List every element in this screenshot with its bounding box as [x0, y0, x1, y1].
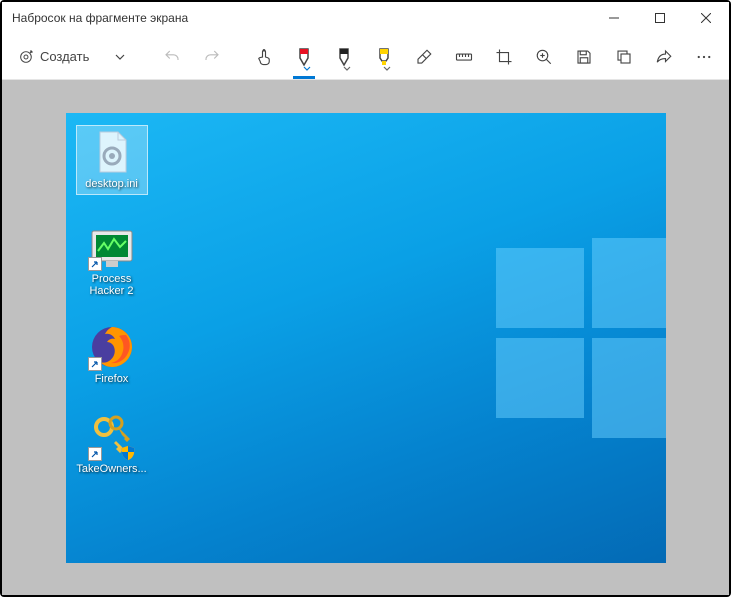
eraser-button[interactable] [407, 39, 441, 75]
chevron-down-icon [383, 65, 391, 73]
undo-button[interactable] [155, 39, 189, 75]
shortcut-arrow-icon [88, 447, 102, 461]
windows-logo-icon [496, 238, 666, 438]
ballpoint-pen-button[interactable] [287, 39, 321, 75]
chevron-down-icon [303, 65, 311, 73]
pen-black-icon [335, 47, 353, 67]
ruler-button[interactable] [447, 39, 481, 75]
touch-writing-button[interactable] [247, 39, 281, 75]
desktop-icon-label: desktop.ini [77, 178, 147, 190]
desktop-icon-label: TakeOwners... [76, 463, 148, 475]
touch-icon [255, 48, 273, 66]
new-snip-button[interactable]: Создать [10, 39, 97, 75]
desktop-icon-desktop-ini[interactable]: desktop.ini [76, 125, 148, 195]
desktop-icon-label: Firefox [76, 373, 148, 385]
new-snip-label: Создать [40, 49, 89, 64]
zoom-icon [535, 48, 553, 66]
redo-button[interactable] [195, 39, 229, 75]
canvas-area: desktop.ini Process Hacker 2 [2, 80, 729, 595]
copy-icon [615, 48, 633, 66]
close-button[interactable] [683, 2, 729, 34]
captured-screenshot[interactable]: desktop.ini Process Hacker 2 [66, 113, 666, 563]
desktop-icon-firefox[interactable]: Firefox [76, 323, 148, 385]
crop-icon [495, 48, 513, 66]
titlebar: Набросок на фрагменте экрана [2, 2, 729, 34]
desktop-icon-takeownership[interactable]: TakeOwners... [76, 413, 148, 475]
pen-red-icon [295, 47, 313, 67]
file-ini-icon [88, 128, 136, 176]
crop-button[interactable] [487, 39, 521, 75]
more-icon [695, 48, 713, 66]
more-button[interactable] [687, 39, 721, 75]
app-window: Набросок на фрагменте экрана Создать [2, 2, 729, 595]
pencil-button[interactable] [327, 39, 361, 75]
toolbar: Создать [2, 34, 729, 80]
uac-shield-icon [120, 445, 136, 461]
save-icon [575, 48, 593, 66]
chevron-down-icon [343, 65, 351, 73]
desktop-icon-process-hacker[interactable]: Process Hacker 2 [76, 223, 148, 297]
maximize-button[interactable] [637, 2, 683, 34]
chevron-down-icon [114, 51, 126, 63]
new-snip-dropdown[interactable] [103, 39, 137, 75]
highlighter-button[interactable] [367, 39, 401, 75]
copy-button[interactable] [607, 39, 641, 75]
save-button[interactable] [567, 39, 601, 75]
highlighter-icon [375, 47, 393, 67]
ruler-icon [455, 48, 473, 66]
shortcut-arrow-icon [88, 257, 102, 271]
share-icon [655, 48, 673, 66]
eraser-icon [415, 48, 433, 66]
redo-icon [203, 48, 221, 66]
desktop-icon-label: Process Hacker 2 [76, 273, 148, 297]
minimize-button[interactable] [591, 2, 637, 34]
share-button[interactable] [647, 39, 681, 75]
window-title: Набросок на фрагменте экрана [12, 11, 591, 25]
undo-icon [163, 48, 181, 66]
shortcut-arrow-icon [88, 357, 102, 371]
window-controls [591, 2, 729, 34]
zoom-button[interactable] [527, 39, 561, 75]
camera-icon [18, 48, 34, 66]
